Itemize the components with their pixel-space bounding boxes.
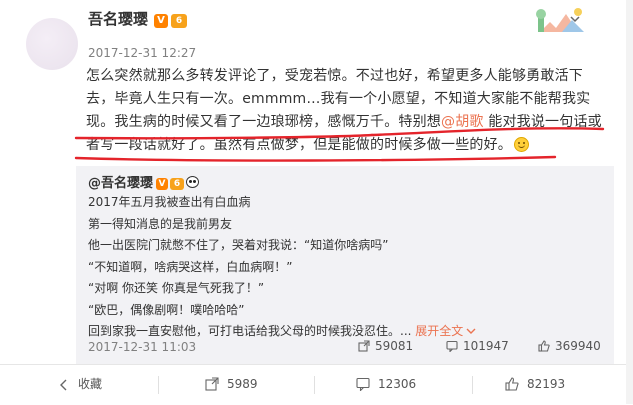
divider (472, 376, 473, 394)
comment-button[interactable]: 12306 (356, 365, 416, 405)
verified-badge-icon: V (156, 178, 169, 190)
post-timestamp[interactable]: 2017-12-31 12:27 (88, 46, 196, 60)
comment-icon (446, 340, 458, 353)
repost-like-stat[interactable]: 369940 (538, 339, 601, 353)
level-badge-icon: 6 (170, 178, 185, 190)
expand-label[interactable]: 展开全文 (415, 324, 463, 338)
repost-timestamp[interactable]: 2017-12-31 11:03 (88, 340, 196, 354)
verified-badge-icon: V (154, 14, 169, 28)
repost-line: 他一出医院门就憋不住了，哭着对我说：“知道你啥病吗” (88, 238, 389, 252)
repost-share-stat[interactable]: 59081 (358, 339, 413, 353)
action-bar: 收藏 5989 12306 82193 (0, 364, 633, 404)
favorite-icon (60, 379, 67, 391)
repost-line: 2017年五月我被查出有白血病 (88, 195, 251, 209)
favorite-button[interactable]: 收藏 (58, 365, 102, 405)
expand-chevron-icon (466, 328, 476, 334)
smile-emoji (514, 137, 529, 152)
repost-button[interactable]: 5989 (205, 365, 258, 405)
repost-line: 回到家我一直安慰他，可打电话给我父母的时候我没忍住。... (88, 324, 412, 338)
share-icon (205, 377, 219, 391)
card-decoration-icon (536, 8, 584, 32)
dropdown-chevron-icon[interactable] (570, 14, 580, 24)
repost-comment-stat[interactable]: 101947 (446, 339, 509, 353)
divider (314, 376, 315, 394)
repost-like-count: 369940 (555, 339, 601, 353)
favorite-label: 收藏 (78, 377, 103, 391)
scrollbar-track[interactable] (626, 0, 633, 404)
avatar[interactable] (26, 18, 78, 70)
like-count: 82193 (527, 377, 566, 391)
divider (158, 376, 159, 394)
repost-line: “欧巴，偶像剧啊！噗哈哈哈” (88, 302, 245, 317)
repost-share-count: 59081 (375, 339, 414, 353)
comment-count: 12306 (378, 377, 417, 391)
panda-icon (186, 176, 200, 188)
post-text: 怎么突然就那么多转发评论了，受宠若惊。不过也好，希望更多人能够勇敢活下去，毕竟人… (86, 65, 606, 157)
author-name[interactable]: 吾名璎璎 (88, 10, 148, 28)
repost-line: 第一得知消息的是我前男友 (88, 216, 233, 231)
comment-icon (356, 377, 370, 392)
expand-full-text-link[interactable]: 展开全文 (415, 324, 476, 338)
thumbs-up-icon (505, 377, 519, 391)
thumbs-up-icon (538, 340, 550, 352)
repost-line: “对啊 你还笑 你真是气死我了！” (88, 281, 265, 295)
repost-author[interactable]: @吾名璎璎 V 6 (88, 172, 200, 191)
repost-text: 2017年五月我被查出有白血病 第一得知消息的是我前男友 他一出医院门就憋不住了… (88, 192, 476, 343)
repost-author-name[interactable]: @吾名璎璎 (88, 176, 153, 191)
weibo-post: 吾名璎璎 V 6 2017-12-31 12:27 怎么突然就那么多转发评论了，受宠… (0, 0, 633, 404)
like-button[interactable]: 82193 (505, 365, 565, 405)
mention-link[interactable]: @胡歌 (441, 114, 484, 130)
repost-line: “不知道啊，啥病哭这样，白血病啊！” (88, 259, 293, 274)
share-icon (358, 340, 370, 352)
level-badge-icon: 6 (171, 14, 188, 28)
reposted-content[interactable]: @吾名璎璎 V 6 2017年五月我被查出有白血病 第一得知消息的是我前男友 他一出… (76, 166, 614, 364)
post-author[interactable]: 吾名璎璎 V 6 (88, 8, 188, 29)
repost-count: 5989 (227, 377, 258, 391)
repost-comment-count: 101947 (463, 339, 509, 353)
